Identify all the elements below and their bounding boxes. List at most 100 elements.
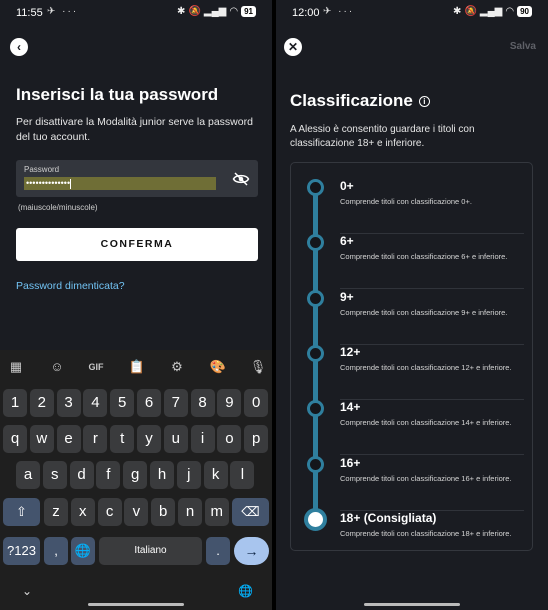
rating-option[interactable]: 16+ Comprende titoli con classificazione … — [340, 456, 524, 511]
key-6[interactable]: 6 — [137, 389, 161, 417]
rating-node-6[interactable] — [304, 507, 327, 531]
keyboard-toolbar: ▦ ☺ GIF 📋 ⚙ 🎨 🎙 — [0, 357, 272, 377]
rating-description: Comprende titoli con classificazione 12+… — [340, 362, 512, 372]
rating-node-4[interactable] — [307, 400, 324, 418]
key-5[interactable]: 5 — [110, 389, 135, 417]
rating-option[interactable]: 12+ Comprende titoli con classificazione … — [340, 345, 524, 400]
key-h[interactable]: h — [150, 461, 174, 489]
key-i[interactable]: i — [190, 425, 215, 453]
mute-icon: 🔕 — [464, 6, 477, 17]
key-d[interactable]: d — [69, 461, 94, 489]
rating-label: 0+ — [340, 179, 354, 193]
back-arrow-icon: ‹ — [17, 40, 21, 54]
key-j[interactable]: j — [176, 461, 201, 489]
clipboard-icon[interactable]: 📋 — [127, 357, 147, 377]
notification-icons: ✈ ··· — [323, 6, 355, 17]
back-button[interactable]: ‹ — [10, 38, 28, 56]
period-key[interactable]: . — [206, 537, 230, 565]
space-bar[interactable]: Italiano — [99, 537, 202, 565]
key-0[interactable]: 0 — [244, 389, 269, 417]
key-n[interactable]: n — [178, 498, 202, 526]
key-o[interactable]: o — [217, 425, 242, 453]
key-9[interactable]: 9 — [217, 389, 242, 417]
mute-icon: 🔕 — [188, 6, 201, 17]
rating-option[interactable]: 6+ Comprende titoli con classificazione 6… — [340, 234, 524, 290]
rating-option[interactable]: 9+ Comprende titoli con classificazione 9… — [340, 290, 524, 345]
enter-key[interactable]: → — [234, 537, 269, 565]
key-a[interactable]: a — [16, 461, 40, 489]
key-c[interactable]: c — [97, 498, 122, 526]
key-s[interactable]: s — [42, 461, 67, 489]
key-q[interactable]: q — [3, 425, 27, 453]
language-globe-key[interactable]: 🌐 — [71, 537, 95, 565]
symbols-key[interactable]: ?123 — [3, 537, 40, 565]
wifi-icon: ◠ — [229, 6, 239, 17]
rating-option[interactable]: 14+ Comprende titoli con classificazione … — [340, 400, 524, 456]
battery-indicator: 91 — [241, 6, 256, 17]
key-b[interactable]: b — [151, 498, 176, 526]
key-2[interactable]: 2 — [29, 389, 54, 417]
rating-node-1[interactable] — [307, 234, 324, 252]
key-k[interactable]: k — [203, 461, 228, 489]
key-v[interactable]: v — [124, 498, 149, 526]
language-switch-icon[interactable]: 🌐 — [238, 584, 253, 598]
key-g[interactable]: g — [123, 461, 148, 489]
signal-icon: ▂▄▆ — [479, 6, 503, 17]
key-e[interactable]: e — [56, 425, 81, 453]
key-4[interactable]: 4 — [83, 389, 108, 417]
rating-node-5[interactable] — [307, 455, 324, 473]
rating-option[interactable]: 0+ Comprende titoli con classificazione 0… — [340, 179, 524, 234]
key-x[interactable]: x — [70, 498, 95, 526]
key-u[interactable]: u — [163, 425, 188, 453]
forgot-password-link[interactable]: Password dimenticata? — [16, 280, 125, 292]
close-button[interactable]: ✕ — [284, 38, 302, 56]
gif-button[interactable]: GIF — [86, 357, 106, 377]
comma-key[interactable]: , — [44, 537, 68, 565]
microphone-icon[interactable]: 🎙 — [248, 357, 268, 377]
keyboard-row-zxcv: ⇧ ⌫ zxcvbnm — [3, 498, 269, 526]
settings-gear-icon[interactable]: ⚙ — [167, 357, 187, 377]
page-title: Classificazione — [290, 91, 413, 110]
key-l[interactable]: l — [230, 461, 255, 489]
system-icons: ✱ 🔕 ▂▄▆ ◠ 91 — [177, 6, 256, 17]
rating-node-2[interactable] — [307, 289, 324, 307]
key-p[interactable]: p — [244, 425, 269, 453]
backspace-key[interactable]: ⌫ — [232, 498, 269, 526]
rating-description: Comprende titoli con classificazione 0+. — [340, 197, 472, 206]
key-y[interactable]: y — [137, 425, 161, 453]
rating-description: Comprende titoli con classificazione 6+ … — [340, 252, 508, 262]
keyboard-row-qwerty: qwertyuiop — [3, 425, 269, 453]
key-m[interactable]: m — [204, 498, 229, 526]
key-z[interactable]: z — [44, 498, 68, 526]
key-f[interactable]: f — [96, 461, 121, 489]
sticker-icon[interactable]: ☺ — [47, 357, 67, 377]
password-field[interactable]: Password •••••••••••••• — [16, 160, 258, 197]
rating-node-0[interactable] — [307, 179, 324, 196]
apps-grid-icon[interactable]: ▦ — [6, 357, 26, 377]
password-input[interactable]: •••••••••••••• — [24, 177, 216, 190]
hide-keyboard-icon[interactable]: ⌄ — [22, 584, 32, 598]
key-t[interactable]: t — [110, 425, 135, 453]
home-indicator — [364, 603, 460, 606]
save-button[interactable]: Salva — [510, 41, 536, 52]
shift-key[interactable]: ⇧ — [3, 498, 40, 526]
rating-description: Comprende titoli con classificazione 16+… — [340, 473, 512, 483]
key-1[interactable]: 1 — [3, 389, 27, 417]
info-icon[interactable]: i — [418, 95, 430, 107]
bluetooth-icon: ✱ — [453, 6, 462, 17]
page-title: Inserisci la tua password — [16, 85, 219, 104]
password-screen: 11:55 ✈ ··· ✱ 🔕 ▂▄▆ ◠ 91 ‹ Inserisci la … — [0, 0, 272, 610]
rating-screen: 12:00 ✈ ··· ✱ 🔕 ▂▄▆ ◠ 90 ✕ Salva Classif… — [276, 0, 548, 610]
rating-description: Comprende titoli con classificazione 9+ … — [340, 307, 508, 317]
confirm-button[interactable]: CONFERMA — [16, 228, 258, 261]
key-8[interactable]: 8 — [190, 389, 215, 417]
key-7[interactable]: 7 — [163, 389, 188, 417]
visibility-off-icon[interactable] — [232, 170, 250, 188]
key-w[interactable]: w — [29, 425, 54, 453]
rating-node-3[interactable] — [307, 344, 324, 362]
key-3[interactable]: 3 — [56, 389, 81, 417]
key-r[interactable]: r — [83, 425, 108, 453]
status-bar: 12:00 ✈ ··· ✱ 🔕 ▂▄▆ ◠ 90 — [276, 0, 548, 26]
rating-option[interactable]: 18+ (Consigliata) Comprende titoli con cl… — [340, 511, 524, 566]
theme-palette-icon[interactable]: 🎨 — [208, 357, 228, 377]
